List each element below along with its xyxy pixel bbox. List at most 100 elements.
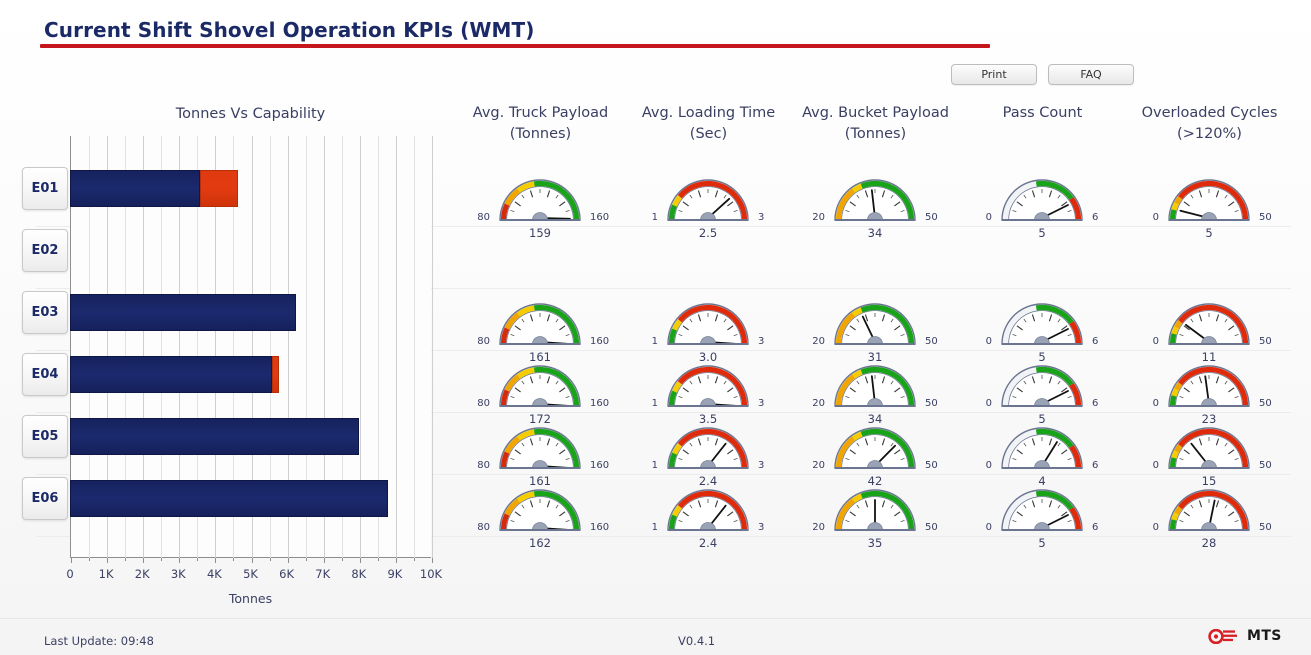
gauge-pass-e04[interactable]: 065 — [986, 358, 1098, 426]
gauge-face — [834, 427, 916, 469]
gauge-overloaded-e04[interactable]: 0 50 23 — [1153, 358, 1272, 426]
mts-logo-text: MTS — [1247, 628, 1282, 644]
machine-label-e05[interactable]: E05 — [22, 415, 68, 458]
gauge-face — [1001, 365, 1083, 407]
bar-e03[interactable] — [70, 294, 431, 331]
machine-label-e06[interactable]: E06 — [22, 477, 68, 520]
bar-e05[interactable] — [70, 418, 431, 455]
gauge-loading-e03[interactable]: 1 3 3.0 — [652, 296, 764, 364]
gauge-max-label: 50 — [925, 460, 938, 471]
gauge-pass-e05[interactable]: 064 — [986, 420, 1098, 488]
gauge-bucket-e01[interactable]: 20 50 34 — [812, 172, 938, 240]
gauge-face — [499, 427, 581, 469]
gauge-min-label: 80 — [477, 212, 490, 223]
gauge-face — [1168, 303, 1250, 345]
machine-label-e02[interactable]: E02 — [22, 229, 68, 272]
gauge-loading-e01[interactable]: 1 3 2.5 — [652, 172, 764, 240]
gauge-pass-e01[interactable]: 0 6 5 — [986, 172, 1098, 240]
gauge-face — [499, 303, 581, 345]
gauge-max-label: 50 — [925, 212, 938, 223]
chart-x-tick — [107, 558, 109, 563]
chart-x-tick-label: 1K — [98, 567, 114, 581]
chart-x-tick — [359, 558, 361, 563]
column-header-loading: Avg. Loading Time (Sec) — [641, 105, 776, 143]
chart-x-tick-label: 10K — [419, 567, 443, 581]
bar-segment-actual — [70, 480, 388, 517]
gauge-bucket-e05[interactable]: 20 50 42 — [812, 420, 938, 488]
gauge-bucket-e03[interactable]: 20 50 31 — [812, 296, 938, 364]
chart-x-tick — [179, 558, 181, 563]
chart-title: Tonnes Vs Capability — [175, 106, 326, 122]
page-title: Current Shift Shovel Operation KPIs (WMT… — [44, 18, 535, 42]
gauge-face — [667, 489, 749, 531]
chart-x-tick — [197, 558, 199, 561]
chart-x-tick — [413, 558, 415, 561]
gauge-max-label: 50 — [925, 398, 938, 409]
gauge-pass-e03[interactable]: 065 — [986, 296, 1098, 364]
gauge-payload-e06[interactable]: 80 160 162 — [477, 482, 609, 550]
bar-e04[interactable] — [70, 356, 431, 393]
gauge-face — [834, 365, 916, 407]
gauge-face — [499, 179, 581, 221]
gauge-max-label: 50 — [1259, 460, 1272, 471]
gauge-face — [1001, 489, 1083, 531]
gauge-min-label: 80 — [477, 522, 490, 533]
column-header-bucket: Avg. Bucket Payload (Tonnes) — [802, 105, 949, 143]
bar-e01[interactable] — [70, 170, 431, 207]
chart-x-tick — [71, 558, 72, 563]
print-button[interactable]: Print — [951, 64, 1037, 85]
chart-x-tick — [395, 558, 397, 563]
gauge-face — [834, 303, 916, 345]
gauge-max-label: 50 — [1259, 212, 1272, 223]
gauge-bucket-e04[interactable]: 20 50 34 — [812, 358, 938, 426]
gauge-overloaded-e06[interactable]: 0 50 28 — [1153, 482, 1272, 550]
column-header-pass: Pass Count — [1002, 105, 1083, 121]
gauge-loading-e05[interactable]: 1 3 2.4 — [652, 420, 764, 488]
gauge-overloaded-e01[interactable]: 0 50 5 — [1153, 172, 1272, 240]
gauge-overloaded-e05[interactable]: 0 50 15 — [1153, 420, 1272, 488]
gauge-min-label: 0 — [985, 522, 992, 533]
mts-logo-mark — [1208, 628, 1237, 644]
gauge-max-label: 3 — [758, 398, 765, 409]
chart-x-tick — [269, 558, 271, 561]
machine-label-e04[interactable]: E04 — [22, 353, 68, 396]
gauge-face — [667, 179, 749, 221]
gauge-face — [1001, 427, 1083, 469]
chart-x-tick-label: 7K — [315, 567, 331, 581]
bar-segment-overload — [272, 356, 279, 393]
gauge-overloaded-e03[interactable]: 0 50 11 — [1153, 296, 1272, 364]
chart-x-tick-label: 2K — [134, 567, 150, 581]
gauge-loading-e06[interactable]: 1 3 2.4 — [652, 482, 764, 550]
gauge-face — [834, 489, 916, 531]
faq-button[interactable]: FAQ — [1048, 64, 1134, 85]
gauge-min-label: 1 — [651, 460, 658, 471]
column-header-overloaded: Overloaded Cycles (>120%) — [1141, 105, 1278, 143]
gauge-loading-e04[interactable]: 1 3 3.5 — [652, 358, 764, 426]
bar-e06[interactable] — [70, 480, 431, 517]
gauge-value-label: 162 — [529, 536, 551, 550]
gauge-face — [499, 365, 581, 407]
gauge-max-label: 3 — [758, 460, 765, 471]
gauge-payload-e04[interactable]: 80 160 172 — [477, 358, 609, 426]
machine-label-e01[interactable]: E01 — [22, 167, 68, 210]
chart-gridline — [432, 136, 433, 558]
gauge-min-label: 80 — [477, 460, 490, 471]
bar-segment-actual — [70, 356, 273, 393]
chart-x-tick — [233, 558, 235, 561]
gauge-max-label: 6 — [1092, 336, 1099, 347]
gauge-value-label: 159 — [529, 226, 551, 240]
gauge-min-label: 0 — [1152, 398, 1159, 409]
gauge-max-label: 6 — [1092, 522, 1099, 533]
gauge-min-label: 1 — [651, 212, 658, 223]
gauge-max-label: 50 — [1259, 398, 1272, 409]
gauge-bucket-e06[interactable]: 20 50 35 — [812, 482, 938, 550]
gauge-face — [1168, 489, 1250, 531]
gauge-payload-e01[interactable]: 80 160 159 — [477, 172, 609, 240]
gauge-payload-e05[interactable]: 80 160 161 — [477, 420, 609, 488]
gauge-min-label: 20 — [812, 460, 825, 471]
gauge-pass-e06[interactable]: 0 6 5 — [986, 482, 1098, 550]
gauge-min-label: 1 — [651, 398, 658, 409]
machine-label-e03[interactable]: E03 — [22, 291, 68, 334]
gauge-payload-e03[interactable]: 80 160 161 — [477, 296, 609, 364]
bar-e02[interactable] — [70, 232, 431, 269]
